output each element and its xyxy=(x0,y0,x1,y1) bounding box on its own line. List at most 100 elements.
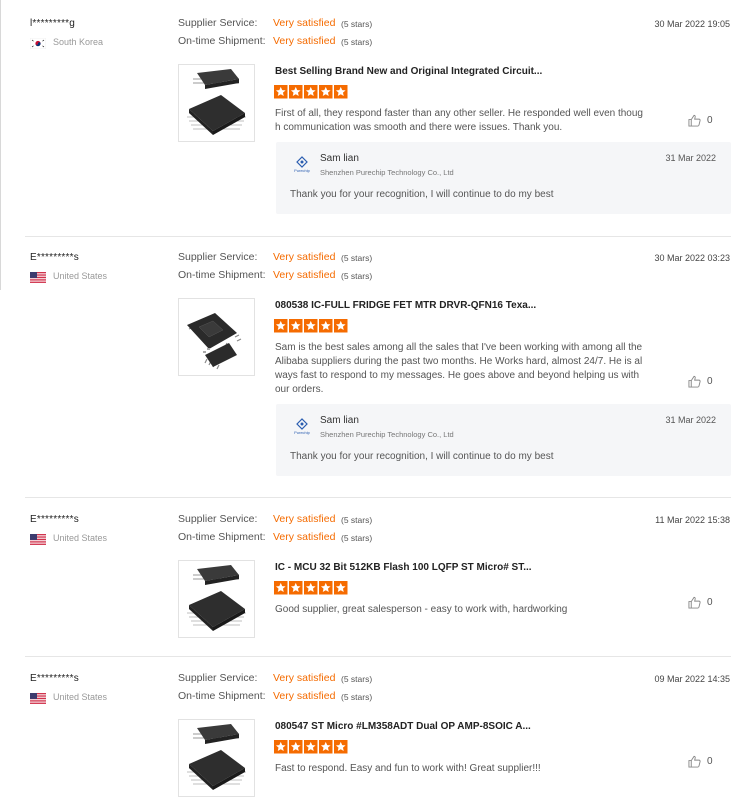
review-text: Sam is the best sales among all the sale… xyxy=(275,342,643,395)
product-thumbnail[interactable] xyxy=(178,298,255,376)
on-time-shipment-label: On-time Shipment: xyxy=(178,269,266,281)
star-icon xyxy=(334,85,348,99)
supplier-service-label: Supplier Service: xyxy=(178,251,258,263)
reply-company-name: Shenzhen Purechip Technology Co., Ltd xyxy=(320,430,454,439)
star-icon xyxy=(304,319,318,333)
reply-author-name: Sam lian xyxy=(320,415,359,426)
review-item: l*********g South Korea Supplier Service… xyxy=(0,8,750,236)
product-title-link[interactable]: Best Selling Brand New and Original Inte… xyxy=(275,66,655,77)
united-states-flag-icon xyxy=(30,534,46,545)
like-count: 0 xyxy=(707,115,713,127)
review-text: First of all, they respond faster than a… xyxy=(275,108,643,133)
on-time-shipment-stars: (5 stars) xyxy=(341,37,373,47)
star-icon xyxy=(274,740,288,754)
like-button[interactable]: 0 xyxy=(688,755,713,768)
star-icon xyxy=(319,85,333,99)
on-time-shipment-rating: Very satisfied xyxy=(273,531,336,543)
product-title-link[interactable]: IC - MCU 32 Bit 512KB Flash 100 LQFP ST … xyxy=(275,562,655,573)
on-time-shipment-label: On-time Shipment: xyxy=(178,690,266,702)
supplier-service-stars: (5 stars) xyxy=(341,253,373,263)
supplier-service-stars: (5 stars) xyxy=(341,19,373,29)
qfp-chip-image xyxy=(187,565,246,631)
supplier-service-label: Supplier Service: xyxy=(178,513,258,525)
reviewer-name: E*********s xyxy=(30,673,79,684)
like-button[interactable]: 0 xyxy=(688,114,713,127)
product-title-link[interactable]: 080538 IC-FULL FRIDGE FET MTR DRVR-QFN16… xyxy=(275,300,655,311)
supplier-service-rating: Very satisfied xyxy=(273,251,336,263)
review-text: Good supplier, great salesperson - easy … xyxy=(275,604,568,615)
star-icon xyxy=(289,581,303,595)
like-count: 0 xyxy=(707,756,713,768)
review-text: Fast to respond. Easy and fun to work wi… xyxy=(275,763,541,774)
star-icon xyxy=(289,319,303,333)
on-time-shipment-label: On-time Shipment: xyxy=(178,531,266,543)
star-icon xyxy=(274,319,288,333)
thumbs-up-icon xyxy=(688,375,701,388)
review-divider xyxy=(25,236,731,237)
on-time-shipment-label: On-time Shipment: xyxy=(178,35,266,47)
on-time-shipment-rating: Very satisfied xyxy=(273,269,336,281)
supplier-service-stars: (5 stars) xyxy=(341,515,373,525)
logo-text: Purechip xyxy=(294,430,311,435)
review-divider xyxy=(25,497,731,498)
review-date: 11 Mar 2022 15:38 xyxy=(655,515,730,525)
on-time-shipment-stars: (5 stars) xyxy=(341,533,373,543)
qfp-chip-image xyxy=(187,69,246,135)
on-time-shipment-rating: Very satisfied xyxy=(273,690,336,702)
purechip-logo-icon: Purechip xyxy=(294,156,311,173)
star-icon xyxy=(319,740,333,754)
product-rating-stars xyxy=(274,581,349,595)
on-time-shipment-stars: (5 stars) xyxy=(341,271,373,281)
on-time-shipment-stars: (5 stars) xyxy=(341,692,373,702)
star-icon xyxy=(319,319,333,333)
supplier-service-label: Supplier Service: xyxy=(178,672,258,684)
united-states-flag-icon xyxy=(30,693,46,704)
review-item: E*********s United States Supplier Servi… xyxy=(0,504,750,654)
supplier-reply: Purechip Sam lian Shenzhen Purechip Tech… xyxy=(276,404,731,476)
star-icon xyxy=(334,581,348,595)
star-icon xyxy=(304,740,318,754)
product-rating-stars xyxy=(274,85,349,99)
supplier-reply: Purechip Sam lian Shenzhen Purechip Tech… xyxy=(276,142,731,214)
reviewer-name: l*********g xyxy=(30,18,76,29)
reviewer-country: United States xyxy=(53,271,108,281)
star-icon xyxy=(274,85,288,99)
review-divider xyxy=(25,656,731,657)
united-states-flag-icon xyxy=(30,272,46,283)
product-rating-stars xyxy=(274,740,349,754)
star-icon xyxy=(304,85,318,99)
review-date: 09 Mar 2022 14:35 xyxy=(654,674,730,684)
star-icon xyxy=(319,581,333,595)
review-date: 30 Mar 2022 19:05 xyxy=(654,19,730,29)
star-icon xyxy=(304,581,318,595)
reviewer-name: E*********s xyxy=(30,514,79,525)
on-time-shipment-rating: Very satisfied xyxy=(273,35,336,47)
supplier-service-rating: Very satisfied xyxy=(273,17,336,29)
review-item: E*********s United States Supplier Servi… xyxy=(0,663,750,800)
like-button[interactable]: 0 xyxy=(688,596,713,609)
supplier-service-label: Supplier Service: xyxy=(178,17,258,29)
product-thumbnail[interactable] xyxy=(178,719,255,797)
supplier-service-stars: (5 stars) xyxy=(341,674,373,684)
thumbs-up-icon xyxy=(688,596,701,609)
like-button[interactable]: 0 xyxy=(688,375,713,388)
reply-date: 31 Mar 2022 xyxy=(665,415,716,425)
star-icon xyxy=(274,581,288,595)
thumbs-up-icon xyxy=(688,114,701,127)
product-thumbnail[interactable] xyxy=(178,560,255,638)
product-title-link[interactable]: 080547 ST Micro #LM358ADT Dual OP AMP-8S… xyxy=(275,721,655,732)
south-korea-flag-icon xyxy=(30,38,46,49)
reply-text: Thank you for your recognition, I will c… xyxy=(290,189,554,200)
supplier-service-rating: Very satisfied xyxy=(273,672,336,684)
reply-text: Thank you for your recognition, I will c… xyxy=(290,451,554,462)
star-icon xyxy=(289,85,303,99)
review-date: 30 Mar 2022 03:23 xyxy=(654,253,730,263)
reviewer-country: United States xyxy=(53,533,108,543)
qfn-chip-image xyxy=(187,313,242,370)
reply-date: 31 Mar 2022 xyxy=(665,153,716,163)
star-icon xyxy=(289,740,303,754)
like-count: 0 xyxy=(707,376,713,388)
product-thumbnail[interactable] xyxy=(178,64,255,142)
reply-company-name: Shenzhen Purechip Technology Co., Ltd xyxy=(320,168,454,177)
reviewer-country: United States xyxy=(53,692,108,702)
